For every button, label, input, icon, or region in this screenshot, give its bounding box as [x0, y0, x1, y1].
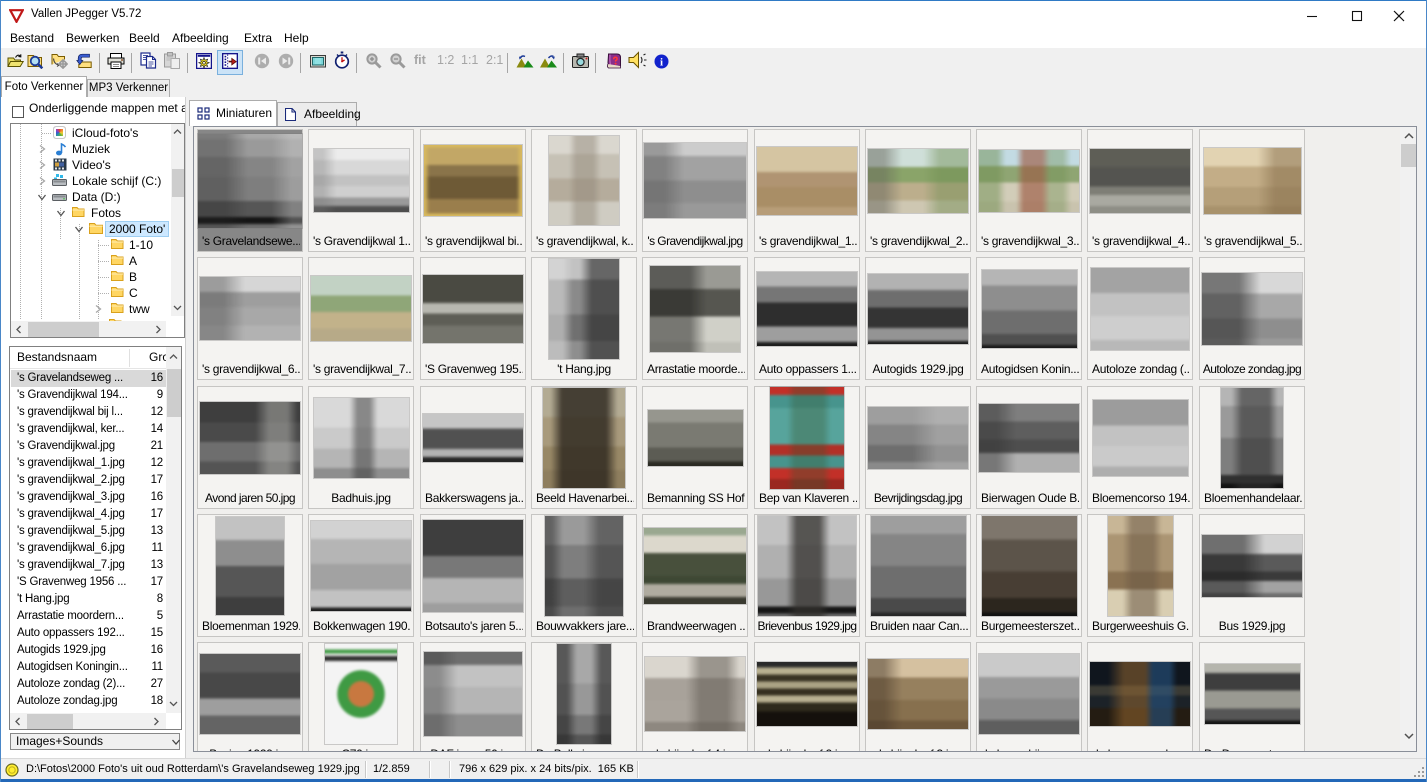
svg-text:i: i	[660, 57, 663, 69]
